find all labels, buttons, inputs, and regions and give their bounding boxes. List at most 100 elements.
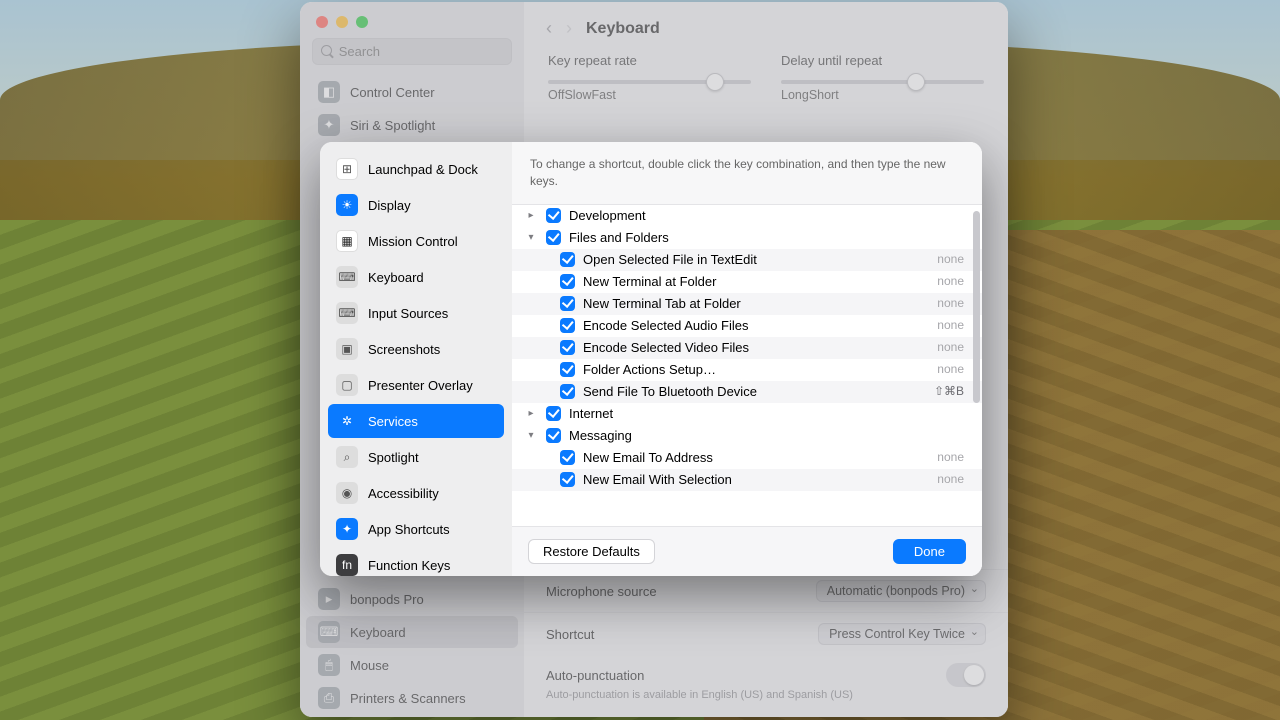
category-input-sources[interactable]: ⌨Input Sources: [328, 296, 504, 330]
checkbox[interactable]: [560, 252, 575, 267]
sidebar-icon: ⌨: [318, 621, 340, 643]
shortcut-value[interactable]: none: [918, 472, 968, 486]
checkbox[interactable]: [560, 296, 575, 311]
service-row[interactable]: Encode Selected Audio Files none: [512, 315, 982, 337]
category-icon: ⌨: [336, 266, 358, 288]
sheet-instructions: To change a shortcut, double click the k…: [512, 142, 982, 205]
sidebar-icon: ◧: [318, 81, 340, 103]
category-function-keys[interactable]: fnFunction Keys: [328, 548, 504, 576]
row-label: New Email With Selection: [583, 472, 910, 487]
row-label: Encode Selected Audio Files: [583, 318, 910, 333]
mic-source-popup[interactable]: Automatic (bonpods Pro): [816, 580, 986, 602]
zoom-icon[interactable]: [356, 16, 368, 28]
sidebar-item[interactable]: ▸bonpods Pro: [306, 583, 518, 615]
service-row[interactable]: Send File To Bluetooth Device⇧⌘B: [512, 381, 982, 403]
minimize-icon[interactable]: [336, 16, 348, 28]
sidebar-item[interactable]: 🖱 Mouse: [306, 649, 518, 681]
category-label: Mission Control: [368, 234, 458, 249]
window-controls[interactable]: [300, 2, 524, 38]
back-icon[interactable]: ‹: [546, 18, 552, 39]
category-services[interactable]: ✲Services: [328, 404, 504, 438]
category-label: Screenshots: [368, 342, 440, 357]
dictation-shortcut-popup[interactable]: Press Control Key Twice: [818, 623, 986, 645]
checkbox[interactable]: [546, 428, 561, 443]
disclosure-icon[interactable]: ▾: [524, 232, 538, 243]
sidebar-item[interactable]: ⎙Printers & Scanners: [306, 682, 518, 714]
row-label: Messaging: [569, 428, 968, 443]
category-keyboard[interactable]: ⌨Keyboard: [328, 260, 504, 294]
service-group-row[interactable]: ▸ Development: [512, 205, 982, 227]
category-icon: ⌨: [336, 302, 358, 324]
shortcut-value[interactable]: none: [918, 296, 968, 310]
category-spotlight[interactable]: ⌕Spotlight: [328, 440, 504, 474]
delay-repeat-label: Delay until repeat: [781, 53, 984, 68]
sidebar-item[interactable]: ✦Siri & Spotlight: [306, 109, 518, 141]
shortcut-value[interactable]: none: [918, 362, 968, 376]
checkbox[interactable]: [546, 208, 561, 223]
checkbox[interactable]: [560, 384, 575, 399]
category-presenter-overlay[interactable]: ▢Presenter Overlay: [328, 368, 504, 402]
row-label: New Email To Address: [583, 450, 910, 465]
category-display[interactable]: ☀Display: [328, 188, 504, 222]
service-row[interactable]: Open Selected File in TextEdit none: [512, 249, 982, 271]
checkbox[interactable]: [560, 340, 575, 355]
checkbox[interactable]: [546, 230, 561, 245]
restore-defaults-button[interactable]: Restore Defaults: [528, 539, 655, 564]
shortcut-value[interactable]: none: [918, 340, 968, 354]
close-icon[interactable]: [316, 16, 328, 28]
search-field[interactable]: [312, 38, 512, 65]
service-row[interactable]: New Email To Address none: [512, 447, 982, 469]
checkbox[interactable]: [560, 450, 575, 465]
category-accessibility[interactable]: ◉Accessibility: [328, 476, 504, 510]
category-label: Spotlight: [368, 450, 419, 465]
checkbox[interactable]: [560, 318, 575, 333]
category-label: Presenter Overlay: [368, 378, 473, 393]
service-group-row[interactable]: ▾ Files and Folders: [512, 227, 982, 249]
category-mission-control[interactable]: ▦ Mission Control: [328, 224, 504, 258]
row-label: Open Selected File in TextEdit: [583, 252, 910, 267]
category-app-shortcuts[interactable]: ✦App Shortcuts: [328, 512, 504, 546]
auto-punctuation-subtitle: Auto-punctuation is available in English…: [546, 689, 986, 701]
shortcut-value[interactable]: none: [918, 318, 968, 332]
service-row[interactable]: Folder Actions Setup…none: [512, 359, 982, 381]
sidebar-icon: 🖱: [318, 654, 340, 676]
sidebar-icon: ✦: [318, 114, 340, 136]
search-icon: [321, 45, 333, 58]
category-label: App Shortcuts: [368, 522, 450, 537]
service-group-row[interactable]: ▸Internet: [512, 403, 982, 425]
service-row[interactable]: New Terminal at Foldernone: [512, 271, 982, 293]
delay-repeat-slider[interactable]: [781, 80, 984, 84]
done-button[interactable]: Done: [893, 539, 966, 564]
category-launchpad-dock[interactable]: ⊞Launchpad & Dock: [328, 152, 504, 186]
checkbox[interactable]: [560, 274, 575, 289]
shortcut-value[interactable]: ⇧⌘B: [918, 384, 968, 398]
shortcut-value[interactable]: none: [918, 450, 968, 464]
service-row[interactable]: New Email With Selection none: [512, 469, 982, 491]
sidebar-item[interactable]: ⌨Keyboard: [306, 616, 518, 648]
shortcut-value[interactable]: none: [918, 274, 968, 288]
sidebar-label: bonpods Pro: [350, 592, 424, 607]
sidebar-item[interactable]: ◧Control Center: [306, 76, 518, 108]
services-list[interactable]: ▸ Development ▾ Files and Folders Open Selec…: [512, 205, 982, 526]
disclosure-icon[interactable]: ▸: [524, 408, 538, 419]
key-repeat-slider[interactable]: [548, 80, 751, 84]
checkbox[interactable]: [560, 362, 575, 377]
service-row[interactable]: Encode Selected Video Filesnone: [512, 337, 982, 359]
service-group-row[interactable]: ▾ Messaging: [512, 425, 982, 447]
service-row[interactable]: New Terminal Tab at Foldernone: [512, 293, 982, 315]
disclosure-icon[interactable]: ▾: [524, 430, 538, 441]
auto-punctuation-toggle[interactable]: [946, 663, 986, 687]
checkbox[interactable]: [560, 472, 575, 487]
row-label: Development: [569, 208, 968, 223]
search-input[interactable]: [339, 44, 503, 59]
sidebar-label: Mouse: [350, 658, 389, 673]
shortcut-value[interactable]: none: [918, 252, 968, 266]
category-icon: ◉: [336, 482, 358, 504]
row-label: Files and Folders: [569, 230, 968, 245]
category-screenshots[interactable]: ▣Screenshots: [328, 332, 504, 366]
forward-icon[interactable]: ›: [566, 18, 572, 39]
disclosure-icon[interactable]: ▸: [524, 210, 538, 221]
category-icon: ▦: [336, 230, 358, 252]
scrollbar[interactable]: [973, 211, 980, 404]
checkbox[interactable]: [546, 406, 561, 421]
